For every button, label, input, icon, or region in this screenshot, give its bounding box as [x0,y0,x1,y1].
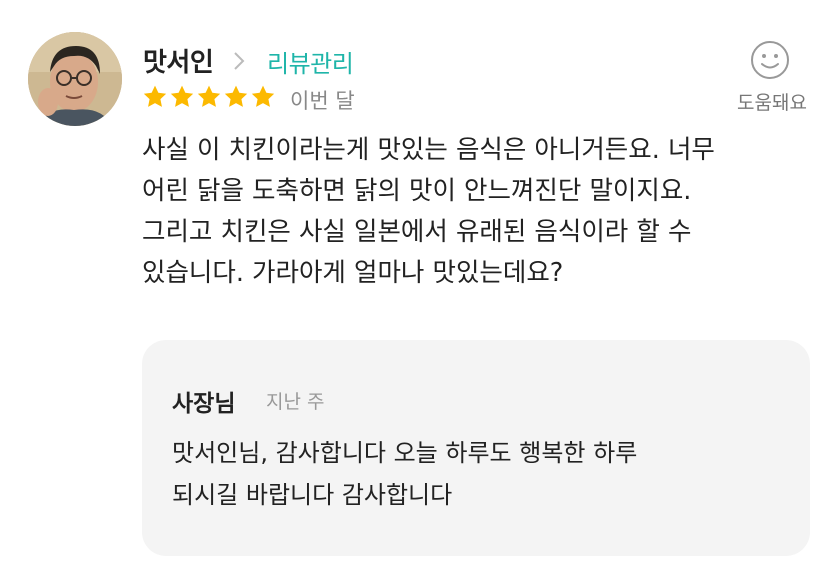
reply-text-line: 되시길 바랍니다 감사합니다 [172,481,453,509]
owner-name: 사장님 [172,391,236,417]
star-icon [224,85,248,107]
star-icon [197,85,221,107]
helpful-button[interactable]: 도움돼요 [725,36,817,116]
chevron-right-icon [234,52,245,70]
reply-text-line: 맛서인님, 감사합니다 오늘 하루도 행복한 하루 [172,439,638,467]
review-text-line: 있습니다. 가라아게 얼마나 맛있는데요? [142,258,564,288]
helpful-label: 도움돼요 [737,92,807,114]
review-date: 이번 달 [290,89,355,113]
review-body: 사실 이 치킨이라는게 맛있는 음식은 아니거든요. 너무 어린 닭을 도축하면… [142,130,802,294]
rating-stars [142,84,276,110]
review-manage-link[interactable]: 리뷰관리 [267,44,354,79]
review-text-line: 그리고 치킨은 사실 일본에서 유래된 음식이라 할 수 [142,217,692,247]
star-icon [143,85,167,107]
star-icon [170,85,194,107]
smile-icon [751,41,789,79]
review-text-line: 어린 닭을 도축하면 닭의 맛이 안느껴진단 말이지요. [142,176,692,206]
reviewer-avatar[interactable] [28,32,122,126]
star-icon [251,85,275,107]
reply-body: 맛서인님, 감사합니다 오늘 하루도 행복한 하루 되시길 바랍니다 감사합니다 [172,432,792,516]
reply-date: 지난 주 [266,391,325,413]
review-card: 맛서인 리뷰관리 이번 달 도움돼요 사실 이 치킨이라는게 맛있는 음식은 아… [0,0,840,585]
review-text-line: 사실 이 치킨이라는게 맛있는 음식은 아니거든요. 너무 [142,135,715,165]
owner-reply: 사장님 지난 주 맛서인님, 감사합니다 오늘 하루도 행복한 하루 되시길 바… [142,340,810,556]
reviewer-name[interactable]: 맛서인 [143,42,214,79]
